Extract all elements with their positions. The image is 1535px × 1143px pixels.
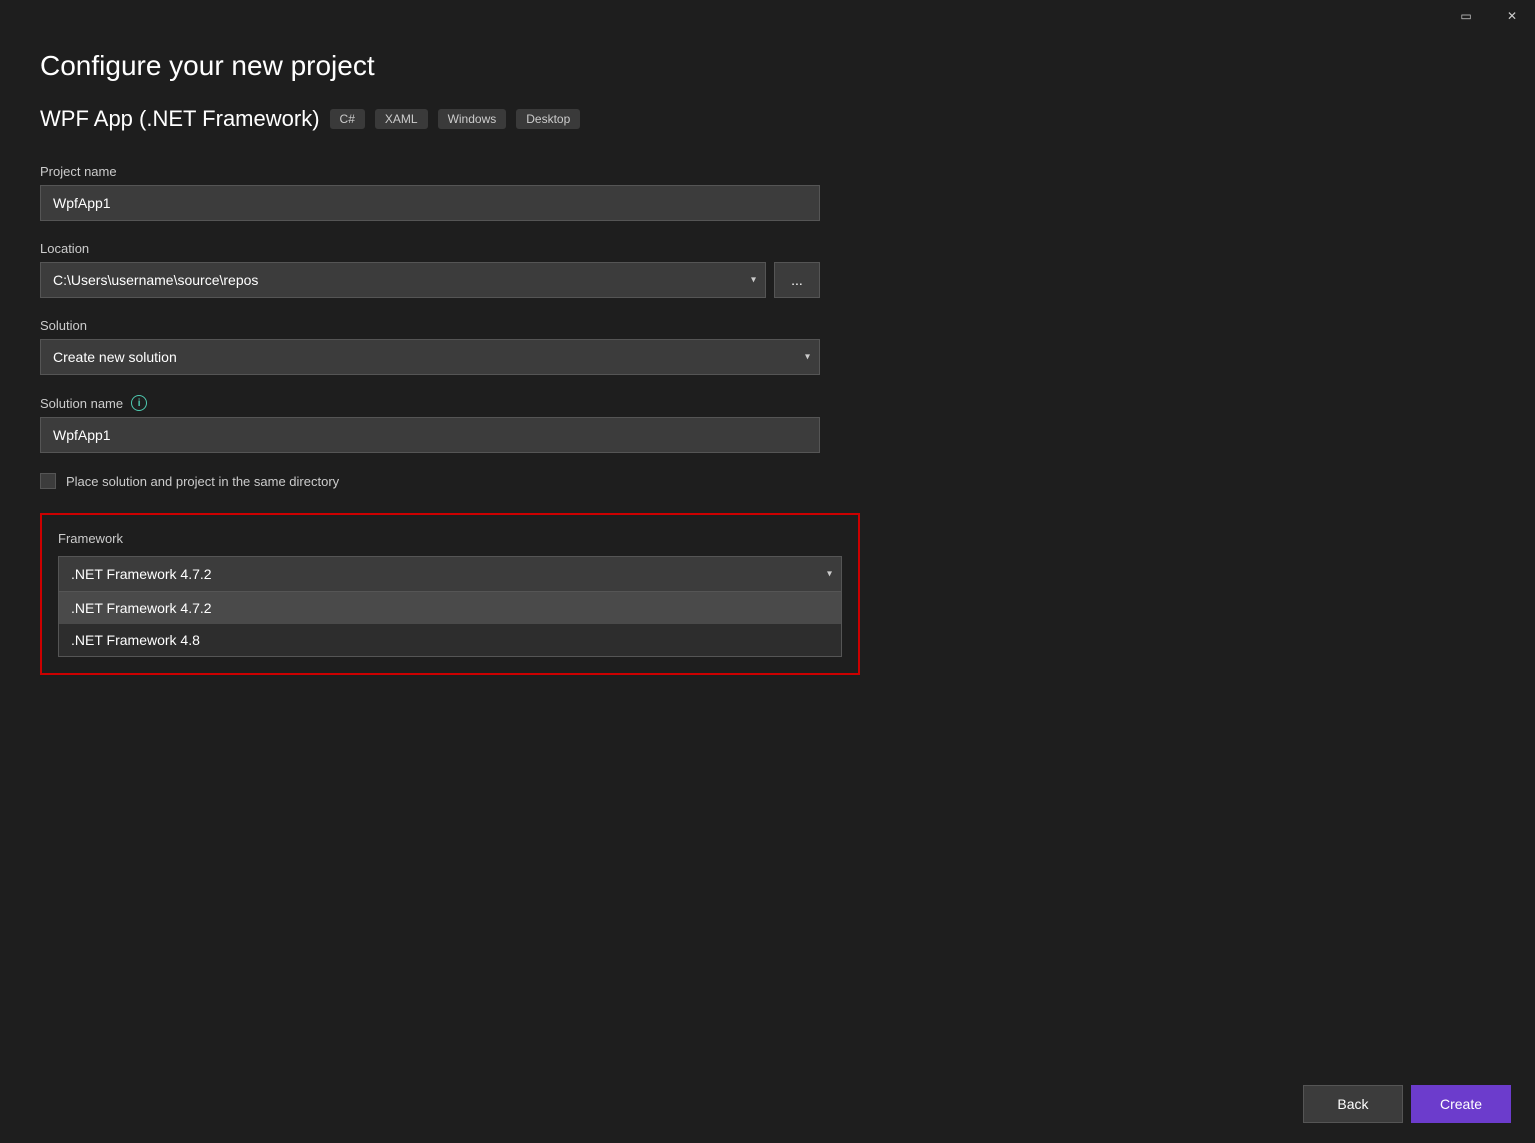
project-type-name: WPF App (.NET Framework): [40, 106, 320, 132]
solution-name-label: Solution name: [40, 396, 123, 411]
project-name-group: Project name: [40, 164, 860, 221]
same-directory-row: Place solution and project in the same d…: [40, 473, 860, 489]
location-select[interactable]: C:\Users\username\source\repos: [40, 262, 766, 298]
tag-csharp: C#: [330, 109, 365, 129]
framework-select[interactable]: .NET Framework 4.7.2 .NET Framework 4.8: [58, 556, 842, 592]
solution-name-group: Solution name i: [40, 395, 860, 453]
tag-xaml: XAML: [375, 109, 428, 129]
browse-button[interactable]: ...: [774, 262, 820, 298]
close-button[interactable]: ✕: [1489, 0, 1535, 32]
solution-name-label-row: Solution name i: [40, 395, 860, 411]
create-button[interactable]: Create: [1411, 1085, 1511, 1123]
location-label: Location: [40, 241, 860, 256]
framework-label: Framework: [58, 531, 842, 546]
solution-group: Solution Create new solution ▾: [40, 318, 860, 375]
same-directory-checkbox[interactable]: [40, 473, 56, 489]
page-title: Configure your new project: [40, 50, 860, 82]
main-content: Configure your new project WPF App (.NET…: [0, 0, 900, 739]
solution-select-wrapper: Create new solution ▾: [40, 339, 820, 375]
window-controls: ▭ ✕: [1443, 0, 1535, 32]
close-icon: ✕: [1507, 9, 1517, 23]
tag-desktop: Desktop: [516, 109, 580, 129]
framework-section: Framework .NET Framework 4.7.2 .NET Fram…: [40, 513, 860, 675]
location-group: Location C:\Users\username\source\repos …: [40, 241, 860, 298]
location-select-wrapper: C:\Users\username\source\repos ▾: [40, 262, 766, 298]
info-icon[interactable]: i: [131, 395, 147, 411]
solution-label: Solution: [40, 318, 860, 333]
minimize-button[interactable]: ▭: [1443, 0, 1489, 32]
framework-option-1[interactable]: .NET Framework 4.7.2: [59, 592, 841, 624]
framework-select-wrapper: .NET Framework 4.7.2 .NET Framework 4.8 …: [58, 556, 842, 592]
framework-option-2[interactable]: .NET Framework 4.8: [59, 624, 841, 656]
same-directory-label[interactable]: Place solution and project in the same d…: [66, 474, 339, 489]
tag-windows: Windows: [438, 109, 507, 129]
minimize-icon: ▭: [1460, 9, 1471, 23]
framework-dropdown-list: .NET Framework 4.7.2 .NET Framework 4.8: [58, 592, 842, 657]
location-row: C:\Users\username\source\repos ▾ ...: [40, 262, 820, 298]
footer: Back Create: [1279, 1065, 1535, 1143]
solution-select[interactable]: Create new solution: [40, 339, 820, 375]
solution-name-input[interactable]: [40, 417, 820, 453]
project-name-label: Project name: [40, 164, 860, 179]
project-type-row: WPF App (.NET Framework) C# XAML Windows…: [40, 106, 860, 132]
back-button[interactable]: Back: [1303, 1085, 1403, 1123]
project-name-input[interactable]: [40, 185, 820, 221]
